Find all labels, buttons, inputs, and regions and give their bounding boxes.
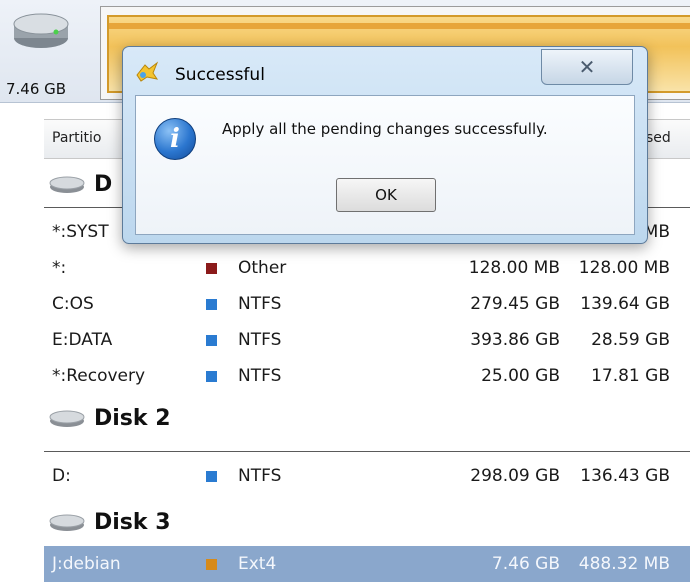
filesystem-swatch bbox=[206, 471, 217, 482]
disk-icon bbox=[49, 176, 85, 193]
filesystem-swatch bbox=[206, 335, 217, 346]
info-icon: i bbox=[154, 118, 196, 160]
partition-name: E:DATA bbox=[52, 330, 113, 350]
disk-name: Disk 2 bbox=[94, 405, 171, 431]
partition-type: NTFS bbox=[238, 330, 282, 350]
hard-drive-icon bbox=[13, 13, 69, 48]
partition-name: C:OS bbox=[52, 294, 94, 314]
partition-type: NTFS bbox=[238, 366, 282, 386]
partition-bar-stripe bbox=[109, 23, 690, 29]
app-icon bbox=[136, 61, 159, 82]
group-divider bbox=[44, 451, 690, 452]
close-button[interactable]: ✕ bbox=[541, 49, 633, 85]
filesystem-swatch bbox=[206, 299, 217, 310]
partition-used: 28.59 GB bbox=[591, 330, 670, 350]
table-row[interactable]: C:OS NTFS 279.45 GB 139.64 GB bbox=[44, 286, 690, 322]
disk-name: Disk 3 bbox=[94, 509, 171, 535]
partition-type: Other bbox=[238, 258, 287, 278]
disk-tile[interactable]: 7.46 GB bbox=[4, 6, 96, 98]
disk-icon bbox=[49, 410, 85, 427]
partition-capacity: 279.45 GB bbox=[470, 294, 560, 314]
partition-name: *: bbox=[52, 258, 67, 278]
partition-type: NTFS bbox=[238, 294, 282, 314]
table-row[interactable]: E:DATA NTFS 393.86 GB 28.59 GB bbox=[44, 322, 690, 358]
disk-group-3[interactable]: Disk 3 bbox=[48, 506, 171, 538]
table-row-selected[interactable]: J:debian Ext4 7.46 GB 488.32 MB bbox=[44, 546, 690, 582]
table-row[interactable]: D: NTFS 298.09 GB 136.43 GB bbox=[44, 458, 690, 494]
partition-capacity: 298.09 GB bbox=[470, 466, 560, 486]
close-icon: ✕ bbox=[578, 55, 596, 79]
disk-size-label: 7.46 GB bbox=[6, 80, 67, 98]
partition-used: 488.32 MB bbox=[578, 554, 670, 574]
partition-used: 128.00 MB bbox=[578, 258, 670, 278]
disk-group-2[interactable]: Disk 2 bbox=[48, 402, 171, 434]
partition-name: J:debian bbox=[52, 554, 121, 574]
success-dialog: Successful ✕ i Apply all the pending cha… bbox=[122, 46, 648, 244]
filesystem-swatch bbox=[206, 371, 217, 382]
partition-capacity: 393.86 GB bbox=[470, 330, 560, 350]
ok-button[interactable]: OK bbox=[336, 178, 436, 212]
filesystem-swatch bbox=[206, 263, 217, 274]
dialog-body: i Apply all the pending changes successf… bbox=[135, 95, 635, 235]
partition-name: *:Recovery bbox=[52, 366, 146, 386]
partition-used: 136.43 GB bbox=[580, 466, 670, 486]
column-used[interactable]: sed bbox=[646, 130, 671, 146]
dialog-message: Apply all the pending changes successful… bbox=[222, 120, 548, 138]
filesystem-swatch bbox=[206, 559, 217, 570]
partition-name: D: bbox=[52, 466, 71, 486]
disk-icon bbox=[49, 514, 85, 531]
disk-name: D bbox=[94, 171, 113, 197]
partition-type: NTFS bbox=[238, 466, 282, 486]
table-row[interactable]: *:Recovery NTFS 25.00 GB 17.81 GB bbox=[44, 358, 690, 394]
partition-type: Ext4 bbox=[238, 554, 277, 574]
partition-name: *:SYST bbox=[52, 222, 109, 242]
partition-used: 17.81 GB bbox=[591, 366, 670, 386]
dialog-titlebar[interactable]: Successful ✕ bbox=[123, 47, 647, 95]
partition-capacity: 25.00 GB bbox=[481, 366, 560, 386]
disk-group-1[interactable]: D bbox=[48, 168, 112, 200]
table-row[interactable]: *: Other 128.00 MB 128.00 MB bbox=[44, 250, 690, 286]
column-partition[interactable]: Partitio bbox=[52, 130, 101, 146]
dialog-title: Successful bbox=[175, 65, 265, 85]
partition-capacity: 7.46 GB bbox=[491, 554, 560, 574]
partition-capacity: 128.00 MB bbox=[468, 258, 560, 278]
partition-used: 139.64 GB bbox=[580, 294, 670, 314]
